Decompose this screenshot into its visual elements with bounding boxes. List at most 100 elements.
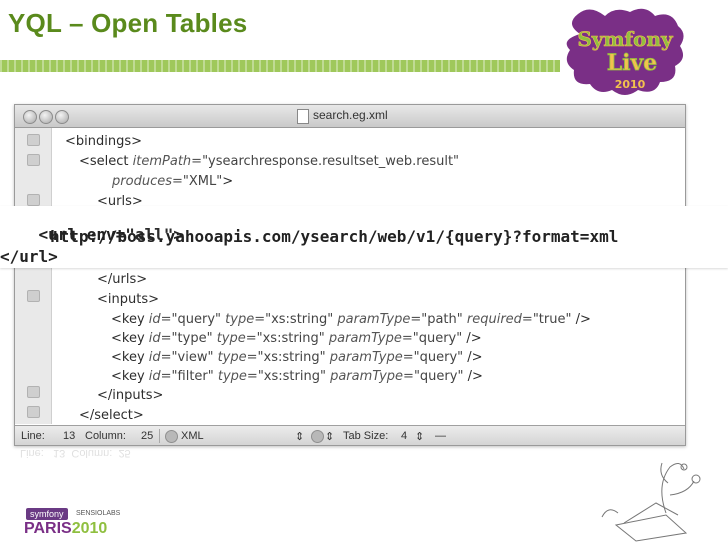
code-token: <select: [79, 154, 133, 169]
window-reflection: Line: 13 Column: 25: [20, 447, 131, 459]
code-token: <key: [111, 369, 149, 384]
code-token: id=: [148, 369, 172, 384]
code-line: </select>: [79, 408, 144, 423]
fold-marker-icon[interactable]: [27, 194, 40, 206]
symbol-select[interactable]: —: [435, 430, 446, 442]
code-token: paramType=: [329, 350, 414, 365]
code-line: <key id="type" type="xs:string" paramTyp…: [111, 331, 482, 346]
tab-size-label: Tab Size:: [343, 430, 389, 442]
code-token: "query": [171, 312, 226, 327]
code-token: "ysearchresponse.resultset_web.result": [202, 154, 460, 169]
code-token: itemPath=: [132, 154, 203, 169]
code-token: />: [467, 350, 483, 365]
line-value: 13: [63, 430, 76, 442]
url-text: http://boss.yahooapis.com/ysearch/web/v1…: [50, 227, 619, 246]
code-token: <bindings>: [65, 134, 143, 149]
code-token: <key: [111, 350, 149, 365]
code-line: <key id="query" type="xs:string" paramTy…: [111, 312, 591, 327]
code-token: </inputs>: [97, 388, 164, 403]
symfony-live-logo: Symfony Live 2010: [560, 4, 690, 100]
code-token: required=: [466, 312, 533, 327]
code-token: type=: [225, 312, 266, 327]
code-token: "XML": [182, 174, 223, 189]
fold-marker-icon[interactable]: [27, 386, 40, 398]
url-close-tag: </url>: [0, 247, 58, 266]
code-token: "xs:string": [257, 369, 331, 384]
code-token: "xs:string": [256, 331, 329, 346]
close-window-button[interactable]: [23, 110, 37, 124]
code-token: "path": [421, 312, 467, 327]
logo-text-symfony: Symfony: [577, 27, 674, 51]
code-line: </urls>: [97, 272, 147, 287]
event-city: PARIS: [24, 520, 72, 537]
code-line: produces="XML">: [79, 174, 233, 189]
code-line: <select itemPath="ysearchresponse.result…: [79, 154, 459, 169]
code-token: "xs:string": [265, 312, 338, 327]
column-value: 25: [141, 430, 154, 442]
editor-gutter: [15, 128, 52, 424]
code-token: <key: [111, 331, 149, 346]
code-token: <key: [111, 312, 149, 327]
code-token: paramType=: [337, 312, 422, 327]
code-token: "type": [171, 331, 217, 346]
status-bar: Line: 13 Column: 25 XML ⇕ ⇕ Tab Size: 4 …: [15, 425, 685, 445]
code-token: "view": [171, 350, 218, 365]
logo-text-live: Live: [607, 50, 658, 76]
settings-chevron-icon[interactable]: ⇕: [325, 430, 334, 443]
editor-window: search.eg.xml <bindings> <select itemPath…: [14, 104, 686, 446]
url-highlight-overlay: <url env="all"> http://boss.yahooapis.co…: [0, 206, 728, 268]
sensiolabs-logo: SENSIOLABS: [76, 510, 121, 517]
code-token: >: [222, 174, 234, 189]
window-titlebar: search.eg.xml: [15, 105, 685, 128]
code-token: "xs:string": [257, 350, 330, 365]
code-token: "filter": [171, 369, 218, 384]
code-token: id=: [148, 350, 172, 365]
code-token: <inputs>: [97, 292, 159, 307]
title-underline-decoration: [0, 60, 560, 72]
code-token: "query": [412, 331, 467, 346]
window-title: search.eg.xml: [313, 108, 388, 122]
code-line: </inputs>: [97, 388, 163, 403]
fold-marker-icon[interactable]: [27, 290, 40, 302]
code-token: "query": [413, 350, 468, 365]
code-line: <key id="view" type="xs:string" paramTyp…: [111, 350, 483, 365]
fold-marker-icon[interactable]: [27, 154, 40, 166]
code-token: "true": [532, 312, 576, 327]
code-token: </select>: [79, 408, 144, 423]
code-token: id=: [148, 312, 172, 327]
slide-title: YQL – Open Tables: [8, 8, 248, 38]
settings-gear-icon[interactable]: [311, 430, 324, 443]
code-token: />: [575, 312, 591, 327]
zoom-window-button[interactable]: [55, 110, 69, 124]
fold-marker-icon[interactable]: [27, 406, 40, 418]
code-line: <key id="filter" type="xs:string" paramT…: [111, 369, 483, 384]
language-gear-icon[interactable]: [165, 430, 178, 443]
tab-size-chevron-icon[interactable]: ⇕: [415, 430, 424, 443]
laptop-plant-doodle: [596, 455, 724, 543]
code-line: <bindings>: [65, 134, 142, 149]
code-token: paramType=: [330, 369, 414, 384]
fold-marker-icon[interactable]: [27, 134, 40, 146]
code-token: id=: [148, 331, 172, 346]
logo-text-year: 2010: [615, 78, 646, 91]
language-select[interactable]: XML: [181, 430, 204, 442]
code-token: </urls>: [97, 272, 148, 287]
code-token: paramType=: [328, 331, 413, 346]
code-line: <inputs>: [97, 292, 159, 307]
code-token: type=: [217, 369, 258, 384]
language-chevron-icon[interactable]: ⇕: [295, 430, 304, 443]
minimize-window-button[interactable]: [39, 110, 53, 124]
event-year: 2010: [71, 520, 108, 537]
code-token: type=: [216, 331, 257, 346]
code-token: produces=: [79, 174, 183, 189]
code-token: type=: [217, 350, 258, 365]
paris-2010-logo: PARIS2010: [24, 520, 107, 538]
symfony-footer-logo: symfony: [26, 508, 68, 520]
code-token: "query": [413, 369, 468, 384]
tab-size-value[interactable]: 4: [401, 430, 407, 442]
code-token: />: [467, 369, 483, 384]
line-label: Line:: [21, 430, 45, 442]
code-token: />: [466, 331, 482, 346]
column-label: Column:: [85, 430, 126, 442]
document-icon: [297, 109, 309, 124]
